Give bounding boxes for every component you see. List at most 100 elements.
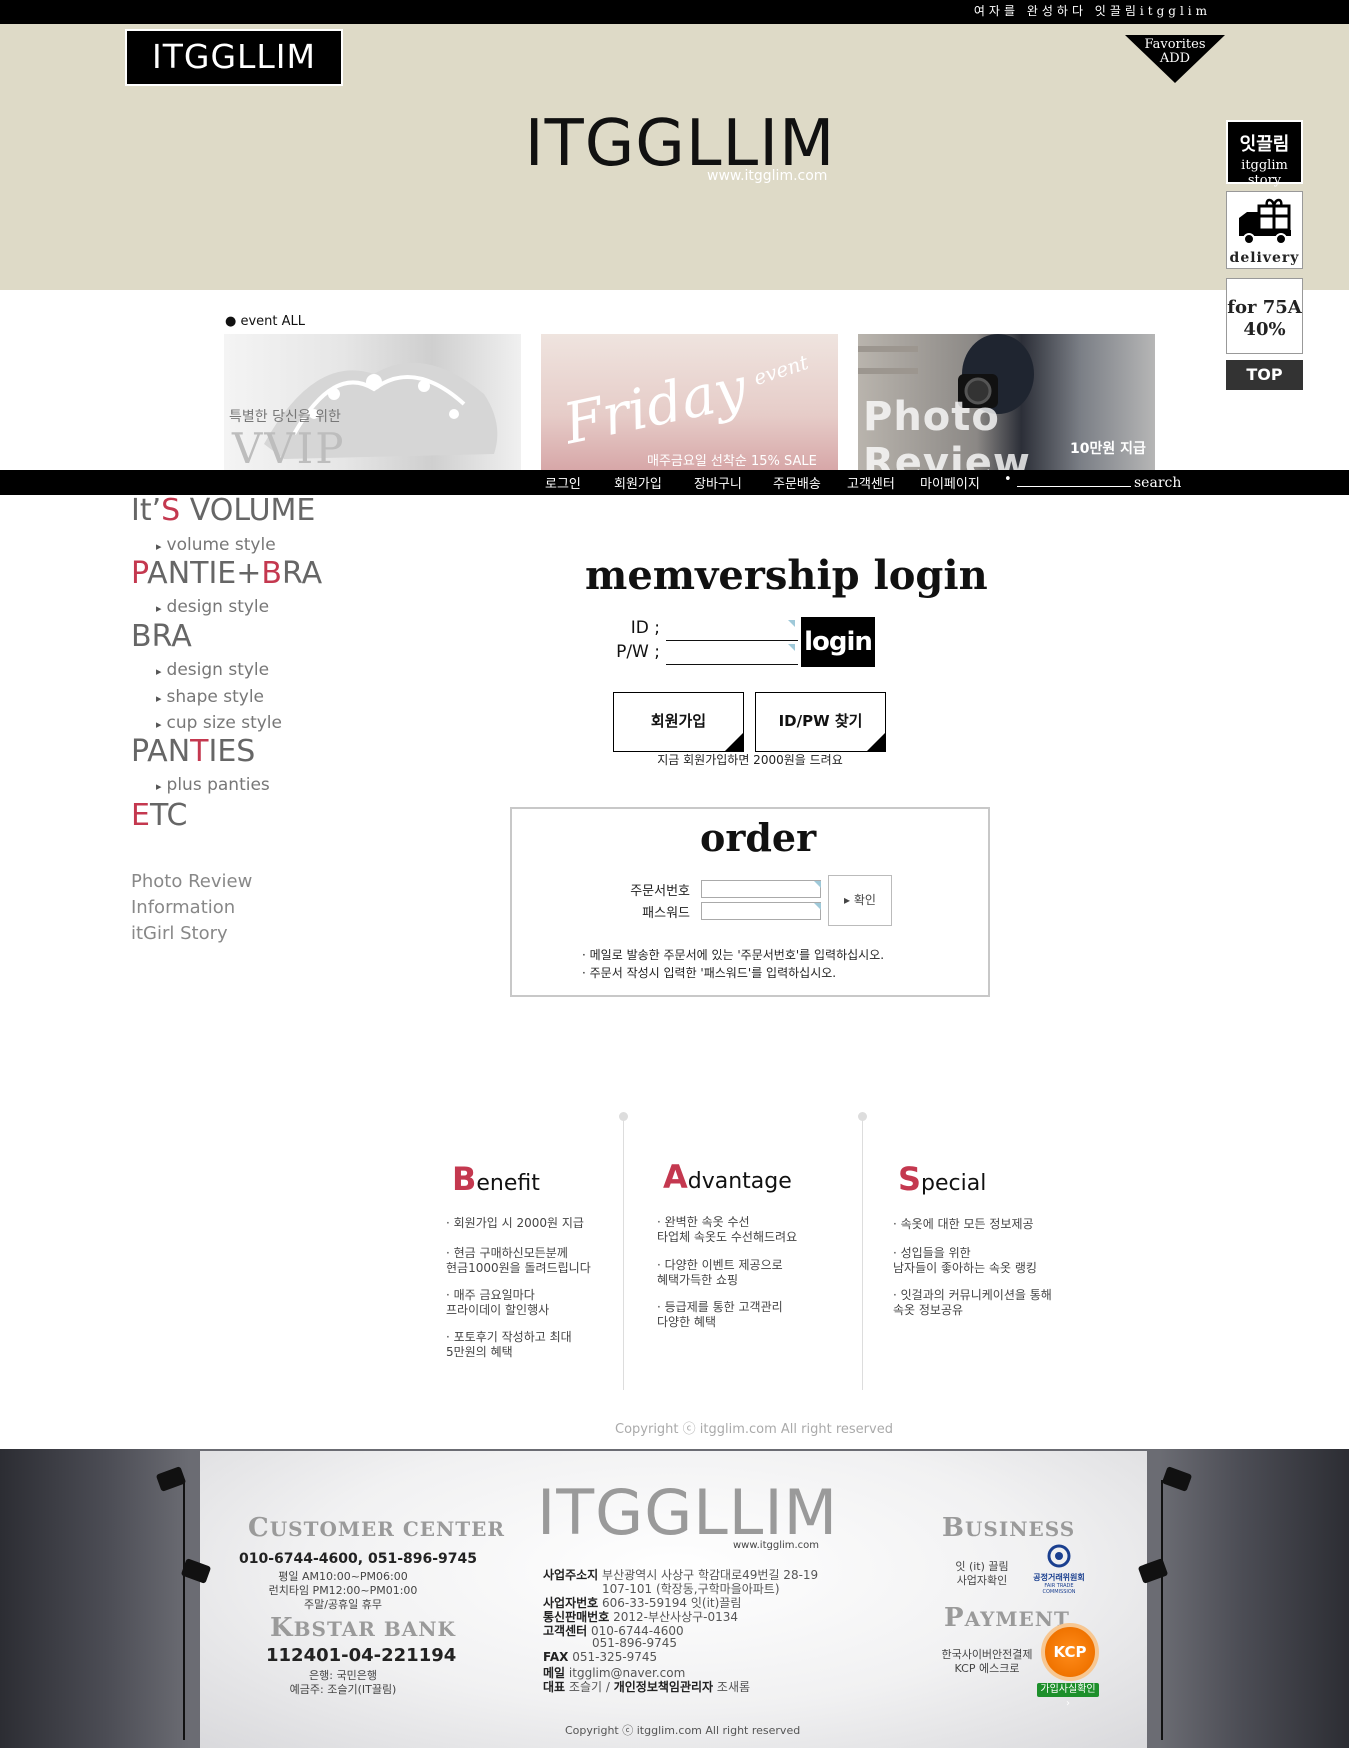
divider-line bbox=[623, 1120, 624, 1390]
nav-mypage[interactable]: 마이페이지 bbox=[920, 473, 980, 492]
favorites-line1: Favorites bbox=[1144, 37, 1206, 52]
cc-phone: 010-6744-4600, 051-896-9745 bbox=[239, 1551, 477, 1567]
quick-story-sub: itgglim story bbox=[1241, 158, 1288, 188]
kcp-verify-link[interactable]: 가입사실확인 › bbox=[1037, 1683, 1099, 1709]
photo-review-title: Photo Review bbox=[863, 394, 1031, 470]
pw-input-corner-icon bbox=[788, 644, 795, 651]
bank-info-2: 예금주: 조슬기(IT끌림) bbox=[289, 1683, 397, 1696]
bank-cap: K bbox=[270, 1613, 294, 1643]
info-key: 사업주소지 bbox=[543, 1568, 599, 1582]
order-confirm-button[interactable]: ▸ 확인 bbox=[828, 875, 892, 926]
advantage-item: 등급제를 통한 고객관리 다양한 혜택 bbox=[657, 1300, 783, 1330]
benefit-item: 포토후기 작성하고 최대 5만원의 혜택 bbox=[446, 1330, 572, 1360]
quick-size-banner[interactable]: for 75A 40% bbox=[1226, 278, 1303, 354]
favorites-add-button[interactable]: Favorites ADD bbox=[1125, 35, 1225, 83]
password-input[interactable] bbox=[666, 645, 798, 665]
footer-brand: ITGGLLIM bbox=[537, 1476, 839, 1549]
order-password-input[interactable] bbox=[701, 902, 821, 920]
event-all-link[interactable]: ● event ALL bbox=[225, 314, 305, 329]
search-input[interactable] bbox=[1017, 486, 1131, 487]
link-itgirl-story[interactable]: itGirl Story bbox=[131, 923, 228, 944]
subcategory-bra-design[interactable]: design style bbox=[156, 660, 270, 680]
photo-review-sub: 10만원 지급 bbox=[1070, 441, 1146, 457]
category-volume-post: VOLUME bbox=[180, 493, 316, 528]
subcategory-volume-style[interactable]: volume style bbox=[156, 535, 276, 555]
category-etc[interactable]: ETC bbox=[131, 798, 187, 833]
site-logo[interactable]: ITGGLLIM bbox=[125, 29, 343, 86]
brand-url: www.itgglim.com bbox=[707, 168, 828, 184]
kcp-badge[interactable]: KCP bbox=[1041, 1623, 1099, 1681]
benefit-item: 현금 구매하신모든분께 현금1000원을 돌려드립니다 bbox=[446, 1246, 591, 1276]
privacy-key: 개인정보책임관리자 bbox=[613, 1680, 714, 1694]
vvip-banner[interactable]: 특별한 당신을 위한 VVIP bbox=[224, 334, 521, 470]
benefit-cap: B bbox=[452, 1160, 477, 1198]
search-button[interactable]: search bbox=[1134, 475, 1181, 491]
business-heading: BUSINESS bbox=[942, 1513, 1075, 1543]
divider-line bbox=[862, 1120, 863, 1390]
info-key: FAX bbox=[543, 1650, 569, 1664]
fair-trade-icon bbox=[1047, 1544, 1071, 1568]
friday-event-banner[interactable]: Friday event 매주금요일 선착순 15% SALE bbox=[541, 334, 838, 470]
join-button[interactable]: 회원가입 bbox=[613, 692, 744, 752]
special-cap: S bbox=[898, 1160, 922, 1198]
find-button-label: ID/PW 찾기 bbox=[778, 712, 863, 730]
find-id-pw-button[interactable]: ID/PW 찾기 bbox=[755, 692, 886, 752]
benefit-rest: enefit bbox=[476, 1171, 540, 1196]
subcategory-bra-cup-size[interactable]: cup size style bbox=[156, 713, 282, 733]
category-panties[interactable]: PANTIES bbox=[131, 734, 255, 769]
subcategory-bra-shape[interactable]: shape style bbox=[156, 687, 264, 707]
category-pantie-bra[interactable]: PANTIE+BRA bbox=[131, 556, 322, 591]
business-rest: USINESS bbox=[964, 1517, 1076, 1541]
friday-sale-text: 매주금요일 선착순 15% SALE bbox=[647, 454, 817, 469]
benefit-heading: Benefit bbox=[452, 1160, 540, 1198]
login-button[interactable]: login bbox=[801, 617, 875, 667]
id-input-corner-icon bbox=[788, 620, 795, 627]
benefit-item: 매주 금요일마다 프라이데이 할인행사 bbox=[446, 1288, 549, 1318]
join-note: 지금 회원가입하면 2000원을 드려요 bbox=[657, 753, 843, 767]
corner-triangle-icon bbox=[866, 732, 886, 752]
order-title: order bbox=[700, 815, 817, 860]
payment-cap: P bbox=[944, 1603, 965, 1633]
quick-size-line2: 40% bbox=[1243, 319, 1286, 340]
privacy-value: 조새롬 bbox=[713, 1680, 751, 1694]
fair-trade-badge[interactable]: 공정거래위원회 FAIR TRADE COMMISSION bbox=[1030, 1544, 1088, 1595]
category-volume[interactable]: It’S VOLUME bbox=[131, 493, 315, 528]
cc-rest: USTOMER CENTER bbox=[269, 1517, 506, 1541]
info-key: 대표 bbox=[543, 1680, 566, 1694]
photo-review-banner[interactable]: Photo Review 10만원 지급 bbox=[858, 334, 1155, 470]
nav-bar: 로그인 회원가입 장바구니 주문배송 고객센터 마이페이지 • search bbox=[0, 470, 1349, 495]
nav-join[interactable]: 회원가입 bbox=[614, 473, 662, 492]
nav-order-delivery[interactable]: 주문배송 bbox=[773, 473, 821, 492]
order-no-corner-icon bbox=[814, 881, 821, 888]
delivery-truck-icon bbox=[1239, 198, 1291, 245]
category-volume-pre: It’ bbox=[131, 493, 162, 528]
category-pb-mid: ANTIE+ bbox=[147, 556, 262, 591]
info-value: 051-325-9745 bbox=[572, 1650, 658, 1664]
category-pb-post: RA bbox=[282, 556, 323, 591]
favorites-label: Favorites ADD bbox=[1125, 38, 1225, 66]
advantage-cap: A bbox=[663, 1158, 688, 1196]
nav-login[interactable]: 로그인 bbox=[545, 473, 581, 492]
top-strip: 여자를 완성하다 잇끌림itgglim bbox=[0, 0, 1349, 24]
order-number-input[interactable] bbox=[701, 880, 821, 898]
scroll-top-button[interactable]: TOP bbox=[1226, 360, 1303, 390]
subcategory-design-style[interactable]: design style bbox=[156, 597, 270, 617]
info-value: 조슬기 / bbox=[568, 1680, 614, 1694]
footer-copyright: Copyright ⓒ itgglim.com All right reserv… bbox=[565, 1724, 801, 1737]
nav-customer-center[interactable]: 고객센터 bbox=[847, 473, 895, 492]
nav-cart[interactable]: 장바구니 bbox=[694, 473, 742, 492]
subcategory-plus-panties[interactable]: plus panties bbox=[156, 775, 270, 795]
id-input[interactable] bbox=[666, 621, 798, 641]
link-photo-review[interactable]: Photo Review bbox=[131, 871, 252, 892]
quick-story-button[interactable]: 잇끌림 itgglim story bbox=[1226, 120, 1303, 188]
category-bra[interactable]: BRA bbox=[131, 619, 192, 654]
order-pw-corner-icon bbox=[814, 903, 821, 910]
benefit-item: 회원가입 시 2000원 지급 bbox=[446, 1216, 584, 1231]
link-information[interactable]: Information bbox=[131, 897, 235, 918]
special-item: 성입들을 위한 남자들이 좋아하는 속옷 랭킹 bbox=[893, 1246, 1037, 1276]
category-pb-hi1: P bbox=[131, 556, 148, 591]
quick-delivery-button[interactable]: delivery bbox=[1226, 191, 1303, 269]
category-pb-hi2: B bbox=[261, 556, 282, 591]
info-cs-2: 051-896-9745 bbox=[592, 1636, 678, 1650]
business-line-2: 사업자확인 bbox=[956, 1574, 1008, 1587]
